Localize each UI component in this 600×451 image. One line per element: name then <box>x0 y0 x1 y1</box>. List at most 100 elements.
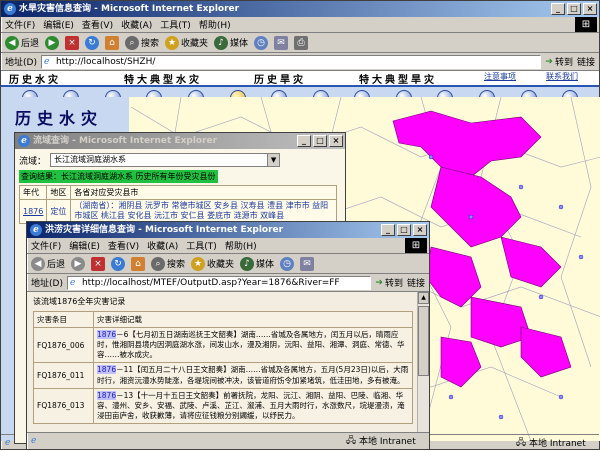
menu-file[interactable]: 文件(F) <box>31 239 61 252</box>
menu-view[interactable]: 查看(V) <box>108 239 139 252</box>
close-button[interactable]: × <box>583 3 597 15</box>
history-icon: ◷ <box>280 256 295 271</box>
counties-cell: （湖南省）：湘阴县 沅罗市 常德市城区 安乡县 汉寿县 澧县 津市市 益阳市城区… <box>70 199 337 224</box>
nav-major-drought[interactable]: 特大典型旱灾 <box>351 71 476 86</box>
address-input[interactable]: http://localhost/MTEF/OutputD.asp?Year=1… <box>66 275 372 290</box>
back-button[interactable]: ◀ 后退 <box>31 256 65 271</box>
stop-button[interactable]: × <box>91 256 106 271</box>
search-icon: ⌕ <box>125 35 140 50</box>
basin-result-table: 年代 地区 各省对应受灾县市 1876 定位 （湖南省）：湘阴县 沅罗市 常德市… <box>18 185 337 224</box>
mail-icon: ✉ <box>300 256 315 271</box>
detail-table: 灾害条目 灾害详细记载 FQ1876_006 1876－6【七月初五日湖南巡抚王… <box>33 311 413 425</box>
close-button[interactable]: × <box>329 135 343 147</box>
menu-tools[interactable]: 工具(T) <box>186 239 217 252</box>
menu-edit[interactable]: 编辑(E) <box>43 18 74 31</box>
mail-button[interactable]: ✉ <box>300 256 315 271</box>
table-header-row: 灾害条目 灾害详细记载 <box>33 311 413 328</box>
back-button[interactable]: ◀ 后退 <box>5 35 39 50</box>
nav-major-flood[interactable]: 特大典型水灾 <box>116 71 246 86</box>
basin-label: 流域： <box>19 156 47 167</box>
go-button[interactable]: ➔ 转到 <box>375 276 403 290</box>
star-icon: ★ <box>165 35 180 50</box>
nav-contact[interactable]: 联系我们 <box>538 71 598 85</box>
stop-button[interactable]: × <box>65 35 80 50</box>
ie-logo-icon: e <box>18 135 30 147</box>
forward-button[interactable]: ▶ <box>71 256 86 271</box>
col-year: 年代 <box>18 185 48 200</box>
ie-logo-icon: e <box>4 3 16 15</box>
address-input[interactable]: http://localhost/SHZH/ <box>40 54 542 69</box>
menu-favorites[interactable]: 收藏(A) <box>121 18 152 31</box>
locate-link[interactable]: 定位 <box>46 199 72 224</box>
maximize-button[interactable]: □ <box>397 224 411 236</box>
minimize-button[interactable]: _ <box>381 224 395 236</box>
dropdown-arrow-icon[interactable]: ▼ <box>267 154 280 166</box>
menu-file[interactable]: 文件(F) <box>5 18 35 31</box>
vertical-scrollbar[interactable]: ▲ <box>417 292 429 432</box>
links-button[interactable]: 链接 <box>407 276 425 289</box>
menu-tools[interactable]: 工具(T) <box>160 18 191 31</box>
windows-flag-icon: ⊞ <box>405 238 427 253</box>
nav-notes[interactable]: 注意事项 <box>476 71 538 85</box>
forward-arrow-icon: ▶ <box>45 35 60 50</box>
search-button[interactable]: ⌕ 搜索 <box>151 256 185 271</box>
favorites-button[interactable]: ★ 收藏夹 <box>191 256 234 271</box>
year-highlight: 1876 <box>97 330 117 339</box>
item-id-cell: FQ1876_013 <box>33 387 94 425</box>
main-titlebar[interactable]: e 水旱灾害信息查询 - Microsoft Internet Explorer… <box>1 1 599 17</box>
status-page-icon: e <box>31 435 37 446</box>
maximize-button[interactable]: □ <box>567 3 581 15</box>
favorites-button[interactable]: ★ 收藏夹 <box>165 35 208 50</box>
media-icon: ♪ <box>214 35 229 50</box>
status-page-icon: e <box>5 437 11 448</box>
status-zone-icon: 🖧 <box>345 435 356 446</box>
basin-select[interactable]: 长江流域洞庭湖水系 ▼ <box>50 153 281 167</box>
back-arrow-icon: ◀ <box>31 256 45 271</box>
scroll-up-button[interactable]: ▲ <box>418 292 429 304</box>
home-button[interactable]: ⌂ <box>131 256 146 271</box>
home-icon: ⌂ <box>105 35 120 50</box>
maximize-button[interactable]: □ <box>313 135 327 147</box>
print-button[interactable]: ⎙ <box>294 35 309 50</box>
col-item: 灾害条目 <box>33 311 94 328</box>
forward-button[interactable]: ▶ <box>45 35 60 50</box>
year-highlight: 1876 <box>97 365 117 375</box>
refresh-button[interactable]: ↻ <box>85 35 100 50</box>
detail-heading: 该流域1876全年灾害记录 <box>33 297 126 306</box>
status-zone-text: 本地 Intranet <box>359 437 416 447</box>
table-row: FQ1876_006 1876－6【七月初五日湖南巡抚王文韶奏】湖南……省城及各… <box>33 326 413 364</box>
history-button[interactable]: ◷ <box>280 256 295 271</box>
media-icon: ♪ <box>240 256 255 271</box>
close-button[interactable]: × <box>413 224 427 236</box>
minimize-button[interactable]: _ <box>551 3 565 15</box>
menu-help[interactable]: 帮助(H) <box>199 18 231 31</box>
mail-icon: ✉ <box>274 35 289 50</box>
basin-selector-row: 流域： 长江流域洞庭湖水系 ▼ <box>19 153 341 167</box>
go-button[interactable]: ➔ 转到 <box>545 55 573 69</box>
menu-view[interactable]: 查看(V) <box>82 18 113 31</box>
media-button[interactable]: ♪ 媒体 <box>214 35 248 50</box>
refresh-button[interactable]: ↻ <box>111 256 126 271</box>
nav-history-drought[interactable]: 历史旱灾 <box>246 71 351 86</box>
menu-help[interactable]: 帮助(H) <box>225 239 257 252</box>
status-zone-text: 本地 Intranet <box>529 439 586 449</box>
go-arrow-icon: ➔ <box>545 56 553 67</box>
menu-favorites[interactable]: 收藏(A) <box>147 239 178 252</box>
year-highlight: 1876 <box>97 390 117 400</box>
menu-edit[interactable]: 编辑(E) <box>69 239 100 252</box>
minimize-button[interactable]: _ <box>297 135 311 147</box>
mail-button[interactable]: ✉ <box>274 35 289 50</box>
scroll-thumb[interactable] <box>418 306 429 376</box>
links-button[interactable]: 链接 <box>577 55 595 68</box>
col-counties: 各省对应受灾县市 <box>70 185 337 200</box>
search-button[interactable]: ⌕ 搜索 <box>125 35 159 50</box>
detail-titlebar[interactable]: e 洪涝灾害详细信息查询 - Microsoft Internet Explor… <box>27 222 429 238</box>
nav-history-flood[interactable]: 历史水灾 <box>1 71 116 86</box>
year-cell[interactable]: 1876 <box>18 199 48 224</box>
home-button[interactable]: ⌂ <box>105 35 120 50</box>
media-button[interactable]: ♪ 媒体 <box>240 256 274 271</box>
basin-query-titlebar[interactable]: e 流域查询 - Microsoft Internet Explorer _ □… <box>15 133 345 149</box>
history-button[interactable]: ◷ <box>254 35 269 50</box>
stop-icon: × <box>65 35 80 50</box>
forward-arrow-icon: ▶ <box>71 256 86 271</box>
